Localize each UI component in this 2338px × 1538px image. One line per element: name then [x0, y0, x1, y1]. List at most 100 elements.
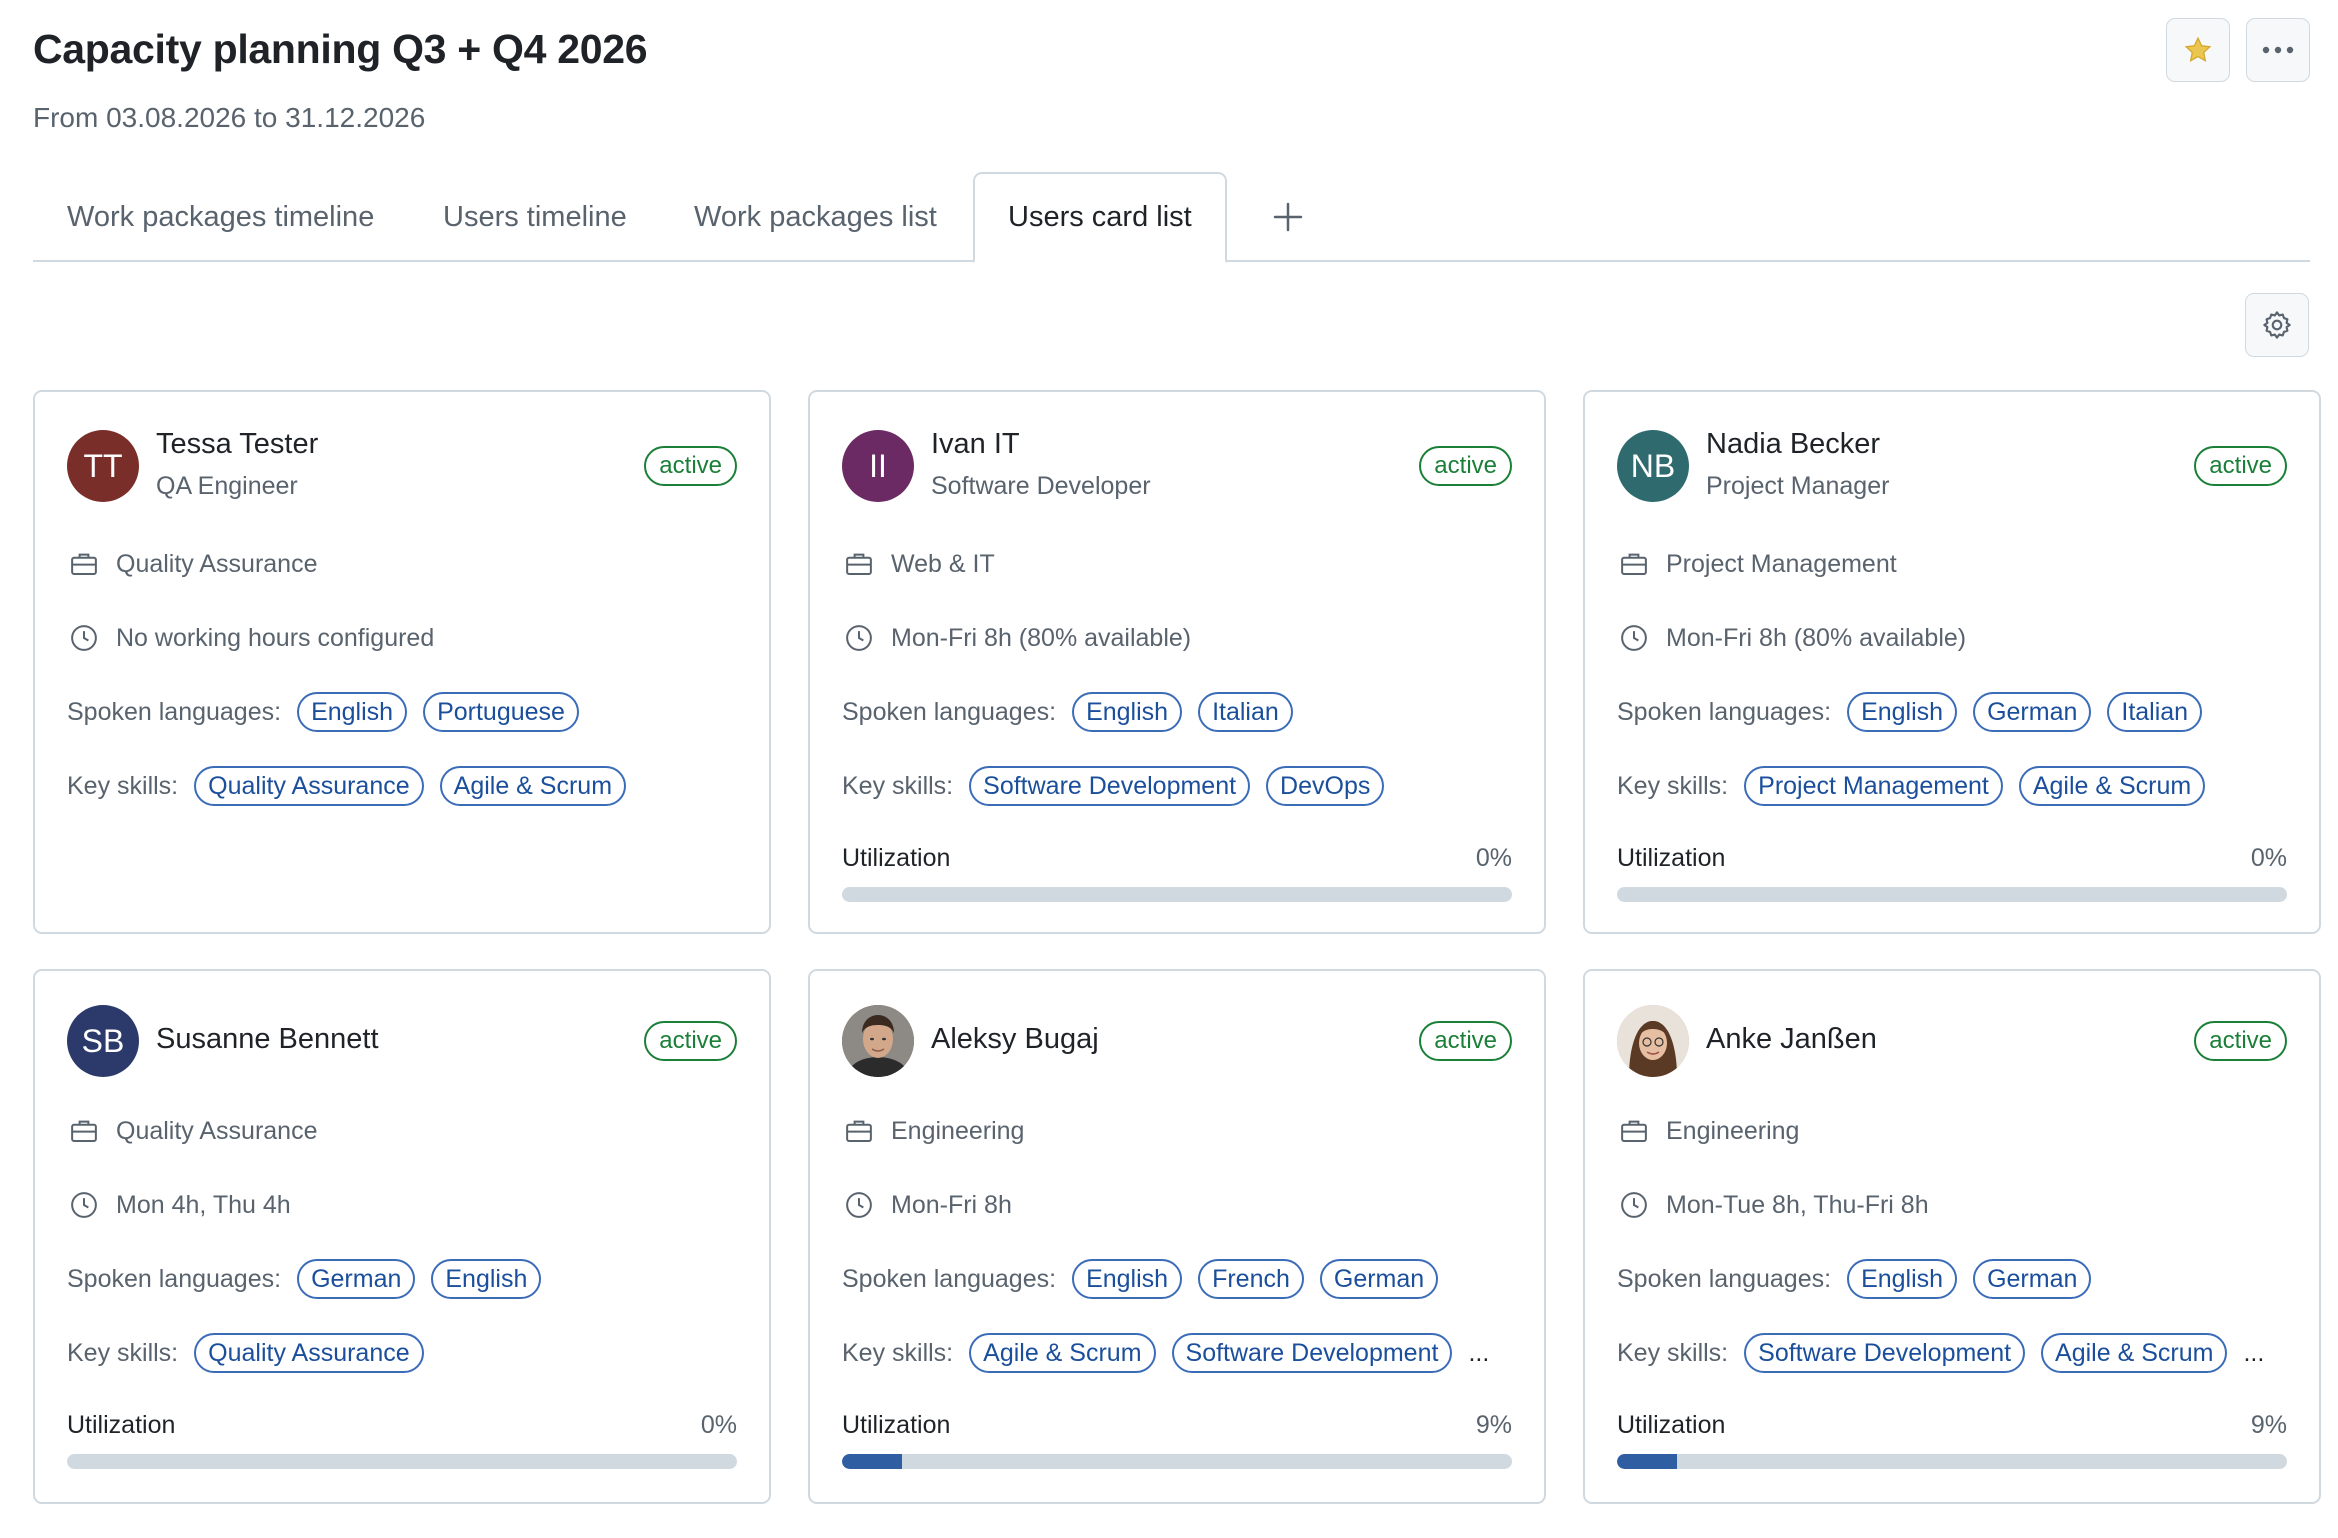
key-skills-label: Key skills:: [1617, 1338, 1729, 1367]
more-actions-button[interactable]: [2246, 18, 2310, 82]
skill-tag[interactable]: DevOps: [1266, 766, 1385, 806]
department-label: Quality Assurance: [116, 549, 318, 578]
user-name[interactable]: Aleksy Bugaj: [931, 1023, 1099, 1056]
spoken-languages-row: Spoken languages: German English: [67, 1257, 737, 1301]
spoken-languages-label: Spoken languages:: [1617, 697, 1832, 726]
user-card[interactable]: Aleksy Bugaj active Engineering Mon-Fri 8h S…: [808, 969, 1546, 1504]
language-tag[interactable]: German: [1319, 1259, 1439, 1299]
user-card[interactable]: TT Tessa Tester QA Engineer active Quality A…: [33, 390, 771, 934]
user-card[interactable]: SB Susanne Bennett active Quality Assurance…: [33, 969, 771, 1504]
key-skills-label: Key skills:: [67, 1338, 179, 1367]
language-tag[interactable]: English: [431, 1259, 542, 1299]
language-tag[interactable]: German: [1973, 1259, 2092, 1299]
page-subtitle: From 03.08.2026 to 31.12.2026: [33, 102, 426, 133]
skill-tag[interactable]: Agile & Scrum: [2041, 1333, 2228, 1373]
language-tag[interactable]: French: [1198, 1259, 1304, 1299]
tab-work-packages-list[interactable]: Work packages list: [694, 172, 937, 262]
briefcase-icon: [67, 1114, 101, 1148]
user-card[interactable]: NB Nadia Becker Project Manager active Proje…: [1583, 390, 2321, 934]
spoken-languages-label: Spoken languages:: [842, 697, 1057, 726]
user-role: QA Engineer: [156, 472, 298, 500]
avatar-initials: NB: [1630, 447, 1676, 484]
skill-tag[interactable]: Project Management: [1744, 766, 2003, 806]
language-tag[interactable]: German: [297, 1259, 416, 1299]
department-label: Project Management: [1666, 549, 1897, 578]
key-skills-row: Key skills: Quality Assurance: [67, 1331, 737, 1375]
working-hours-label: Mon-Fri 8h: [891, 1190, 1012, 1219]
briefcase-icon: [842, 1114, 876, 1148]
status-badge: active: [644, 1021, 737, 1061]
user-name[interactable]: Ivan IT: [931, 428, 1020, 461]
skill-tag[interactable]: Agile & Scrum: [2018, 766, 2206, 806]
status-badge: active: [1419, 446, 1512, 486]
skill-tag[interactable]: Software Development: [969, 766, 1251, 806]
language-tag[interactable]: Portuguese: [423, 692, 579, 732]
working-hours-row: Mon-Fri 8h (80% available): [842, 616, 1512, 660]
user-name[interactable]: Anke Janßen: [1706, 1023, 1877, 1056]
more-skills-indicator[interactable]: ...: [1468, 1339, 1489, 1368]
favorite-button[interactable]: [2166, 18, 2230, 82]
key-skills-label: Key skills:: [67, 771, 179, 800]
department-label: Quality Assurance: [116, 1116, 318, 1145]
department-label: Engineering: [1666, 1116, 1800, 1145]
more-skills-indicator[interactable]: ...: [2243, 1339, 2264, 1368]
user-name[interactable]: Tessa Tester: [156, 428, 318, 461]
add-tab-button[interactable]: [1261, 190, 1315, 244]
utilization-value: 9%: [2250, 1411, 2287, 1439]
key-skills-label: Key skills:: [842, 1338, 954, 1367]
avatar[interactable]: [1617, 1005, 1689, 1077]
briefcase-icon: [67, 547, 101, 581]
avatar-initials: TT: [83, 447, 123, 484]
utilization-progress-bar: [67, 1454, 737, 1469]
skill-tag[interactable]: Agile & Scrum: [969, 1333, 1156, 1373]
spoken-languages-label: Spoken languages:: [67, 697, 282, 726]
clock-icon: [67, 621, 101, 655]
avatar[interactable]: NB: [1617, 430, 1689, 502]
avatar[interactable]: II: [842, 430, 914, 502]
language-tag[interactable]: English: [1847, 1259, 1958, 1299]
user-name[interactable]: Susanne Bennett: [156, 1023, 379, 1056]
user-card[interactable]: II Ivan IT Software Developer active Web & I…: [808, 390, 1546, 934]
avatar[interactable]: [842, 1005, 914, 1077]
spoken-languages-row: Spoken languages: English German: [1617, 1257, 2287, 1301]
view-settings-button[interactable]: [2245, 293, 2309, 357]
skill-tag[interactable]: Software Development: [1171, 1333, 1453, 1373]
skill-tag[interactable]: Software Development: [1744, 1333, 2026, 1373]
working-hours-row: Mon-Tue 8h, Thu-Fri 8h: [1617, 1183, 2287, 1227]
clock-icon: [1617, 621, 1651, 655]
language-tag[interactable]: German: [1973, 692, 2092, 732]
department-row: Project Management: [1617, 542, 2287, 586]
working-hours-row: Mon-Fri 8h: [842, 1183, 1512, 1227]
language-tag[interactable]: English: [1847, 692, 1958, 732]
user-card[interactable]: Anke Janßen active Engineering Mon-Tue 8h, …: [1583, 969, 2321, 1504]
utilization-label: Utilization: [1617, 844, 1726, 872]
skill-tag[interactable]: Quality Assurance: [194, 766, 424, 806]
briefcase-icon: [1617, 1114, 1651, 1148]
gear-icon: [2263, 311, 2291, 339]
language-tag[interactable]: English: [1072, 1259, 1183, 1299]
utilization-value: 0%: [700, 1411, 737, 1439]
skill-tag[interactable]: Agile & Scrum: [439, 766, 627, 806]
key-skills-row: Key skills: Project Management Agile & Scr…: [1617, 764, 2287, 808]
skill-tag[interactable]: Quality Assurance: [194, 1333, 424, 1373]
language-tag[interactable]: English: [1072, 692, 1183, 732]
spoken-languages-row: Spoken languages: English Portuguese: [67, 690, 737, 734]
spoken-languages-row: Spoken languages: English French German: [842, 1257, 1512, 1301]
working-hours-label: No working hours configured: [116, 623, 435, 652]
key-skills-label: Key skills:: [842, 771, 954, 800]
avatar[interactable]: TT: [67, 430, 139, 502]
language-tag[interactable]: Italian: [2107, 692, 2203, 732]
star-icon: [2184, 36, 2212, 62]
clock-icon: [67, 1188, 101, 1222]
utilization-value: 9%: [1475, 1411, 1512, 1439]
user-name[interactable]: Nadia Becker: [1706, 428, 1880, 461]
language-tag[interactable]: Italian: [1198, 692, 1293, 732]
tab-users-card-list[interactable]: Users card list: [973, 172, 1227, 263]
briefcase-icon: [1617, 547, 1651, 581]
utilization-value: 0%: [2250, 844, 2287, 872]
avatar[interactable]: SB: [67, 1005, 139, 1077]
spoken-languages-row: Spoken languages: English German Italian: [1617, 690, 2287, 734]
tab-users-timeline[interactable]: Users timeline: [443, 172, 627, 262]
tab-work-packages-timeline[interactable]: Work packages timeline: [67, 172, 374, 262]
language-tag[interactable]: English: [297, 692, 408, 732]
